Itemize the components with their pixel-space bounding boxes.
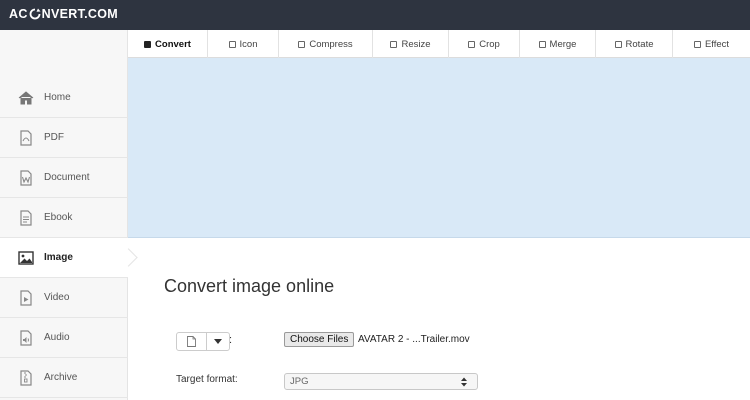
tab-label: Resize (401, 38, 431, 50)
tab-label: Merge (549, 38, 577, 50)
video-icon (17, 289, 35, 307)
sidebar-item-archive[interactable]: Archive (0, 358, 128, 398)
image-icon (17, 249, 35, 267)
caret-down-icon (214, 339, 222, 344)
target-format-label: Target format: (176, 374, 238, 385)
sidebar-item-label: Ebook (44, 212, 73, 223)
sidebar-item-home[interactable]: Home (0, 78, 128, 118)
page-title: Convert image online (164, 276, 335, 296)
ebook-icon (17, 209, 35, 227)
file-source-button[interactable] (177, 333, 207, 350)
tab-resize[interactable]: Resize (373, 30, 449, 58)
sidebar-item-label: PDF (44, 132, 64, 143)
tab-label: Compress (309, 38, 353, 50)
sidebar-item-audio[interactable]: Audio (0, 318, 128, 358)
upload-source-group (176, 332, 230, 351)
sidebar-item-ebook[interactable]: Ebook (0, 198, 128, 238)
checkbox-icon (144, 40, 152, 48)
select-arrows-icon (461, 377, 467, 387)
choose-files-button[interactable]: Choose Files (284, 332, 355, 347)
file-icon (187, 336, 196, 347)
checkbox-icon (298, 40, 306, 48)
tab-label: Convert (155, 38, 191, 50)
tab-merge[interactable]: Merge (520, 30, 596, 58)
sidebar: Home PDF Document Ebook Image Video Audi… (0, 30, 128, 400)
sidebar-item-label: Image (44, 252, 73, 263)
top-bar: AC NVERT.COM (0, 0, 750, 30)
sidebar-item-label: Document (44, 172, 90, 183)
checkbox-icon (390, 40, 398, 48)
source-dropdown-toggle[interactable] (207, 333, 229, 350)
selected-file-name: AVATAR 2 - ...Trailer.mov (358, 334, 470, 345)
tab-label: Effect (704, 38, 730, 50)
checkbox-icon (693, 40, 701, 48)
sidebar-item-label: Video (44, 292, 70, 303)
pdf-icon (17, 129, 35, 147)
target-format-value: JPG (290, 376, 309, 387)
checkbox-icon (228, 40, 236, 48)
document-icon (17, 169, 35, 187)
tab-icon[interactable]: Icon (208, 30, 279, 58)
sidebar-item-video[interactable]: Video (0, 278, 128, 318)
sidebar-item-pdf[interactable]: PDF (0, 118, 128, 158)
home-icon (17, 89, 35, 107)
logo-suffix: NVERT.COM (41, 7, 118, 21)
tab-label: Rotate (625, 38, 654, 50)
target-format-select[interactable]: JPG (284, 373, 478, 390)
tab-effect[interactable]: Effect (673, 30, 750, 58)
tool-tabs: Convert Icon Compress Resize Crop Merge … (128, 30, 750, 58)
checkbox-icon (614, 40, 622, 48)
sidebar-item-label: Archive (44, 372, 78, 383)
audio-icon (17, 329, 35, 347)
checkbox-icon (538, 40, 546, 48)
logo-prefix: AC (9, 7, 28, 21)
sidebar-item-label: Home (44, 92, 71, 103)
banner-area (128, 58, 750, 238)
sidebar-item-label: Audio (44, 332, 70, 343)
tab-label: Crop (479, 38, 500, 50)
site-logo[interactable]: AC NVERT.COM (9, 7, 118, 21)
sidebar-item-document[interactable]: Document (0, 158, 128, 198)
tab-convert[interactable]: Convert (128, 30, 208, 58)
tab-crop[interactable]: Crop (449, 30, 520, 58)
tab-rotate[interactable]: Rotate (596, 30, 673, 58)
archive-icon (17, 369, 35, 387)
tab-compress[interactable]: Compress (279, 30, 373, 58)
source-colon: : (229, 334, 233, 346)
refresh-icon (29, 8, 41, 20)
checkbox-icon (468, 40, 476, 48)
sidebar-item-image[interactable]: Image (0, 238, 128, 278)
tab-label: Icon (239, 38, 258, 50)
